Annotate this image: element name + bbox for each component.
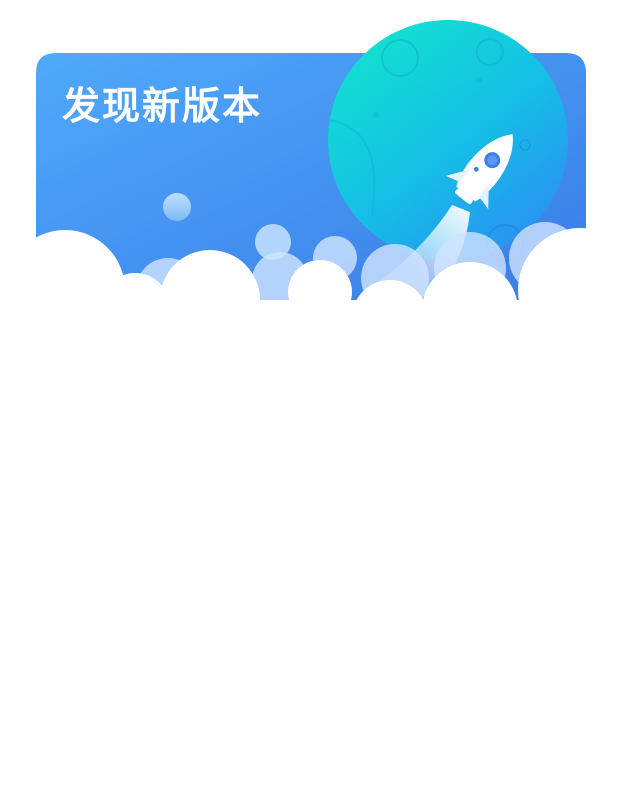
dialog-title: 发现新版本 (62, 84, 263, 128)
update-dialog: 发现新版本 (0, 0, 624, 799)
header-banner: 发现新版本 (0, 0, 624, 310)
banner-artwork (36, 20, 586, 310)
dialog-body (36, 300, 586, 770)
bubble (163, 193, 191, 221)
